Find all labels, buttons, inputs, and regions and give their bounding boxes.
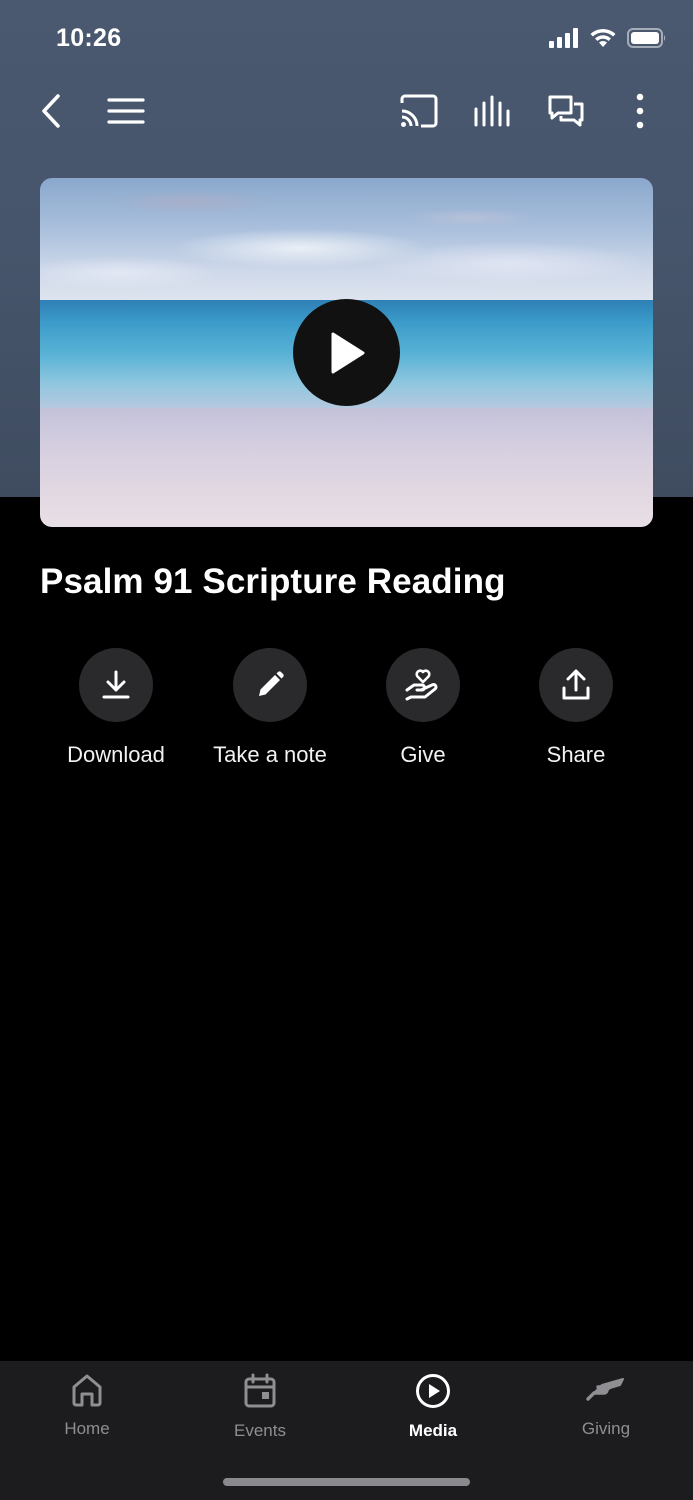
audio-button[interactable] xyxy=(468,86,518,136)
video-thumbnail-sky xyxy=(40,178,653,303)
video-player[interactable] xyxy=(40,178,653,527)
chat-bubbles-icon xyxy=(548,95,584,127)
wifi-icon xyxy=(590,28,616,47)
home-icon xyxy=(72,1374,102,1407)
cast-button[interactable] xyxy=(394,86,444,136)
battery-icon xyxy=(627,28,666,48)
tab-events[interactable]: Events xyxy=(180,1373,340,1441)
chat-button[interactable] xyxy=(541,86,591,136)
video-thumbnail-sand xyxy=(40,408,653,527)
play-button[interactable] xyxy=(293,299,400,406)
take-note-action[interactable]: Take a note xyxy=(195,648,345,768)
tab-giving-label: Giving xyxy=(581,1419,631,1438)
share-action[interactable]: Share xyxy=(501,648,651,768)
menu-button[interactable] xyxy=(101,86,151,136)
download-icon xyxy=(102,670,130,699)
give-button[interactable] xyxy=(386,648,460,722)
calendar-icon xyxy=(244,1373,276,1408)
tab-media-label: Media xyxy=(408,1421,458,1440)
play-circle-icon xyxy=(416,1374,450,1408)
tab-media[interactable]: Media xyxy=(353,1373,513,1441)
more-options-button[interactable] xyxy=(615,86,665,136)
audio-bars-icon xyxy=(474,95,510,127)
hamburger-menu-icon xyxy=(107,98,145,124)
take-note-label: Take a note xyxy=(213,742,327,767)
play-icon xyxy=(331,332,364,373)
tab-home[interactable]: Home xyxy=(7,1373,167,1439)
hand-heart-icon xyxy=(405,669,438,701)
share-icon xyxy=(562,669,590,700)
giving-hand-icon xyxy=(586,1378,624,1401)
give-label: Give xyxy=(400,742,446,767)
share-label: Share xyxy=(546,742,606,767)
back-button[interactable] xyxy=(26,86,76,136)
more-vertical-icon xyxy=(636,93,644,129)
tab-events-label: Events xyxy=(234,1421,286,1440)
status-time: 10:26 xyxy=(56,24,122,52)
media-title: Psalm 91 Scripture Reading xyxy=(40,562,506,601)
status-icons xyxy=(549,28,667,48)
give-action[interactable]: Give xyxy=(348,648,498,768)
home-indicator[interactable] xyxy=(223,1478,470,1486)
download-action[interactable]: Download xyxy=(41,648,191,768)
share-button[interactable] xyxy=(539,648,613,722)
pencil-icon xyxy=(259,671,284,696)
status-bar: 10:26 xyxy=(0,0,693,80)
download-button[interactable] xyxy=(79,648,153,722)
download-label: Download xyxy=(67,742,165,767)
take-note-button[interactable] xyxy=(233,648,307,722)
tab-giving[interactable]: Giving xyxy=(526,1373,686,1439)
cast-icon xyxy=(400,94,438,128)
cellular-signal-icon xyxy=(549,28,578,48)
top-toolbar xyxy=(0,80,693,142)
tab-home-label: Home xyxy=(64,1419,110,1438)
chevron-left-icon xyxy=(42,94,60,128)
action-row: Download Take a note Give Share xyxy=(0,648,693,778)
